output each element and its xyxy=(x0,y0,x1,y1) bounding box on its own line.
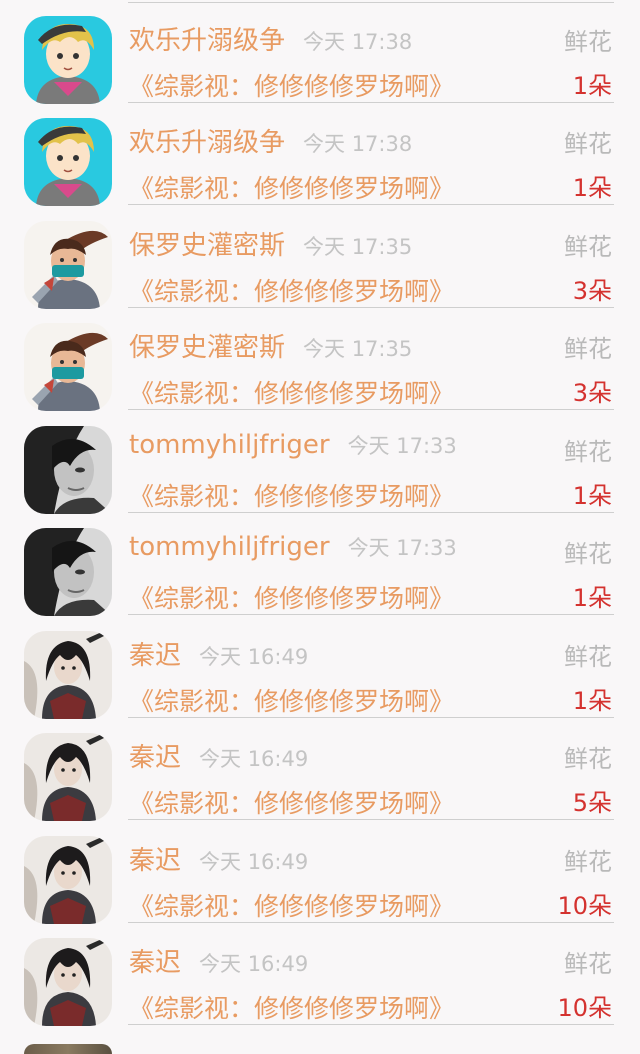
timestamp: 今天 16:49 xyxy=(199,850,309,874)
timestamp: 今天 17:33 xyxy=(347,536,457,560)
book-title-link[interactable]: 《综影视：修修修修罗场啊》 xyxy=(129,989,454,1025)
username[interactable]: 保罗史灌密斯 今天 17:35 xyxy=(129,327,412,364)
avatar[interactable] xyxy=(24,836,112,924)
timestamp: 今天 17:38 xyxy=(303,30,413,54)
message-row[interactable]: 秦迟 今天 16:49 鲜花 《综影视：修修修修罗场啊》 5朵 xyxy=(0,717,640,821)
avatar[interactable] xyxy=(24,118,112,206)
username[interactable]: 保罗史灌密斯 今天 17:35 xyxy=(129,225,412,262)
timestamp: 今天 16:49 xyxy=(199,747,309,771)
message-row[interactable]: 欢乐升溺级争 今天 17:38 鲜花 《综影视：修修修修罗场啊》 1朵 xyxy=(0,102,640,206)
username-text[interactable]: 秦迟 xyxy=(129,948,181,978)
timestamp: 今天 17:33 xyxy=(347,434,457,458)
divider xyxy=(128,1024,614,1025)
avatar[interactable] xyxy=(24,426,112,514)
avatar[interactable] xyxy=(24,733,112,821)
gift-count: 1朵 xyxy=(572,174,612,202)
username-text[interactable]: 保罗史灌密斯 xyxy=(129,333,285,363)
username-text[interactable]: 秦迟 xyxy=(129,743,181,773)
gift-type-label: 鲜花 xyxy=(564,438,612,466)
avatar[interactable] xyxy=(24,938,112,1026)
book-title-link[interactable]: 《综影视：修修修修罗场啊》 xyxy=(129,784,454,820)
gift-type-label: 鲜花 xyxy=(564,28,612,56)
book-title-link[interactable]: 《综影视：修修修修罗场啊》 xyxy=(129,374,454,410)
username-text[interactable]: tommyhiljfriger xyxy=(129,430,330,460)
book-title-link[interactable]: 《综影视：修修修修罗场啊》 xyxy=(129,272,454,308)
gift-count: 1朵 xyxy=(572,72,612,100)
username-text[interactable]: 欢乐升溺级争 xyxy=(129,26,285,56)
gift-count: 10朵 xyxy=(557,892,612,920)
gift-type-label: 鲜花 xyxy=(564,233,612,261)
message-row[interactable]: 保罗史灌密斯 今天 17:35 鲜花 《综影视：修修修修罗场啊》 3朵 xyxy=(0,205,640,309)
avatar[interactable] xyxy=(24,221,112,309)
gift-count: 10朵 xyxy=(557,994,612,1022)
timestamp: 今天 17:35 xyxy=(303,337,413,361)
gift-type-label: 鲜花 xyxy=(564,540,612,568)
message-row[interactable]: 秦迟 今天 16:49 鲜花 《综影视：修修修修罗场啊》 10朵 xyxy=(0,922,640,1026)
username[interactable]: 欢乐升溺级争 今天 17:38 xyxy=(129,122,412,159)
next-avatar-peek xyxy=(24,1044,112,1054)
avatar[interactable] xyxy=(24,528,112,616)
username-text[interactable]: 欢乐升溺级争 xyxy=(129,128,285,158)
book-title-link[interactable]: 《综影视：修修修修罗场啊》 xyxy=(129,887,454,923)
book-title-link[interactable]: 《综影视：修修修修罗场啊》 xyxy=(129,169,454,205)
username[interactable]: 秦迟 今天 16:49 xyxy=(129,737,308,774)
username-text[interactable]: 秦迟 xyxy=(129,846,181,876)
gift-count: 1朵 xyxy=(572,584,612,612)
book-title-link[interactable]: 《综影视：修修修修罗场啊》 xyxy=(129,67,454,103)
gift-type-label: 鲜花 xyxy=(564,745,612,773)
message-row[interactable]: 秦迟 今天 16:49 鲜花 《综影视：修修修修罗场啊》 1朵 xyxy=(0,615,640,719)
message-row[interactable]: 秦迟 今天 16:49 鲜花 《综影视：修修修修罗场啊》 10朵 xyxy=(0,820,640,924)
timestamp: 今天 17:38 xyxy=(303,132,413,156)
username-text[interactable]: tommyhiljfriger xyxy=(129,532,330,562)
gift-type-label: 鲜花 xyxy=(564,130,612,158)
message-row[interactable]: 欢乐升溺级争 今天 17:38 鲜花 《综影视：修修修修罗场啊》 1朵 xyxy=(0,0,640,104)
username-text[interactable]: 秦迟 xyxy=(129,641,181,671)
book-title-link[interactable]: 《综影视：修修修修罗场啊》 xyxy=(129,477,454,513)
username[interactable]: 秦迟 今天 16:49 xyxy=(129,840,308,877)
avatar[interactable] xyxy=(24,16,112,104)
timestamp: 今天 16:49 xyxy=(199,952,309,976)
gift-type-label: 鲜花 xyxy=(564,950,612,978)
avatar[interactable] xyxy=(24,323,112,411)
gift-count: 3朵 xyxy=(572,379,612,407)
book-title-link[interactable]: 《综影视：修修修修罗场啊》 xyxy=(129,579,454,615)
gift-count: 1朵 xyxy=(572,482,612,510)
gift-count: 1朵 xyxy=(572,687,612,715)
username[interactable]: 欢乐升溺级争 今天 17:38 xyxy=(129,20,412,57)
message-row[interactable]: tommyhiljfriger 今天 17:33 鲜花 《综影视：修修修修罗场啊》… xyxy=(0,410,640,514)
timestamp: 今天 17:35 xyxy=(303,235,413,259)
avatar[interactable] xyxy=(24,631,112,719)
gift-type-label: 鲜花 xyxy=(564,643,612,671)
gift-type-label: 鲜花 xyxy=(564,335,612,363)
message-row[interactable]: 保罗史灌密斯 今天 17:35 鲜花 《综影视：修修修修罗场啊》 3朵 xyxy=(0,307,640,411)
gift-message-list: 欢乐升溺级争 今天 17:38 鲜花 《综影视：修修修修罗场啊》 1朵 欢乐升溺级… xyxy=(0,0,640,1054)
username[interactable]: 秦迟 今天 16:49 xyxy=(129,942,308,979)
username[interactable]: tommyhiljfriger 今天 17:33 xyxy=(129,532,457,562)
username[interactable]: 秦迟 今天 16:49 xyxy=(129,635,308,672)
gift-type-label: 鲜花 xyxy=(564,848,612,876)
timestamp: 今天 16:49 xyxy=(199,645,309,669)
book-title-link[interactable]: 《综影视：修修修修罗场啊》 xyxy=(129,682,454,718)
message-row[interactable]: tommyhiljfriger 今天 17:33 鲜花 《综影视：修修修修罗场啊》… xyxy=(0,512,640,616)
username[interactable]: tommyhiljfriger 今天 17:33 xyxy=(129,430,457,460)
gift-count: 3朵 xyxy=(572,277,612,305)
gift-count: 5朵 xyxy=(572,789,612,817)
username-text[interactable]: 保罗史灌密斯 xyxy=(129,231,285,261)
